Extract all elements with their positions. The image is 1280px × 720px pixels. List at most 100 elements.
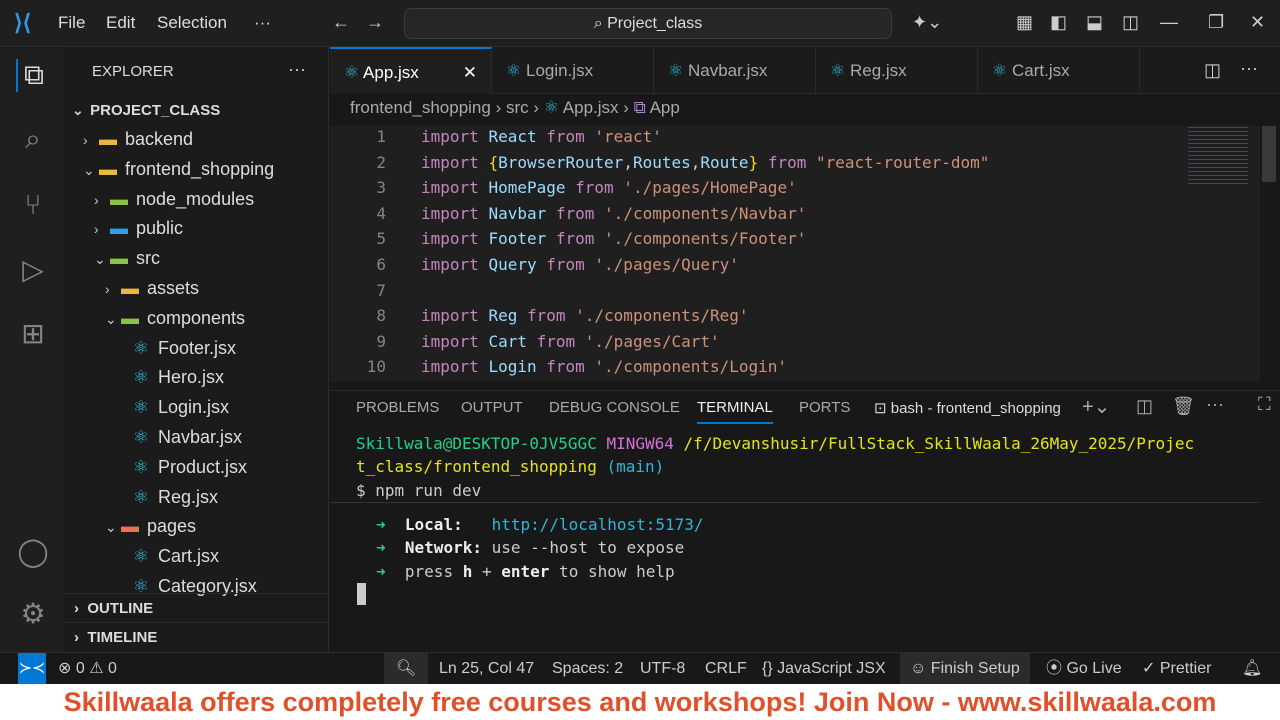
menu-edit[interactable]: Edit xyxy=(106,13,135,33)
breadcrumb-folder[interactable]: frontend_shopping xyxy=(350,98,491,117)
search-icon[interactable]: ⌕ xyxy=(16,123,50,156)
kill-terminal-icon[interactable]: 🗑 xyxy=(1172,396,1195,417)
minimap[interactable] xyxy=(1188,124,1248,184)
code-editor[interactable]: 1 import React from 'react' 2 import {Brows… xyxy=(330,126,1260,382)
source-control-icon[interactable]: ⑂ xyxy=(16,189,50,221)
help-key-h: h xyxy=(462,562,473,581)
warning-count: 0 xyxy=(108,660,117,677)
tree-item[interactable]: ⌄ ▬ src xyxy=(94,243,160,273)
code-token: './components/Navbar' xyxy=(604,203,807,223)
tree-item[interactable]: › ▬ assets xyxy=(105,273,199,303)
zoom-icon[interactable]: 🔍︎ xyxy=(384,653,428,685)
code-token: import xyxy=(421,127,489,146)
code-token: from xyxy=(546,255,595,274)
copilot-icon[interactable]: ✦⌄ xyxy=(912,12,942,33)
toggle-panel-icon[interactable]: ⬓ xyxy=(1086,12,1103,33)
tree-item[interactable]: ⌄ ▬ components xyxy=(105,303,245,333)
finish-setup-button[interactable]: ☺ Finish Setup xyxy=(900,653,1030,685)
tree-item[interactable]: ⌄ ▬ frontend_shopping xyxy=(83,154,274,184)
minimize-icon[interactable]: — xyxy=(1160,12,1178,33)
forward-arrow-icon[interactable]: → xyxy=(366,12,384,33)
tree-item[interactable]: ⚛ Reg.jsx xyxy=(116,482,218,512)
menu-file[interactable]: File xyxy=(58,13,85,33)
code-token: from xyxy=(555,203,605,223)
prompt-user: Skillwala@DESKTOP-0JV5GGC xyxy=(356,434,597,453)
panel-more-icon[interactable]: ··· xyxy=(1206,394,1224,415)
customize-layout-icon[interactable]: ▦ xyxy=(1016,12,1033,33)
editor-more-icon[interactable]: ··· xyxy=(1240,58,1258,79)
encoding[interactable]: UTF-8 xyxy=(640,653,685,685)
breadcrumb-src[interactable]: src xyxy=(506,98,529,117)
prettier-button[interactable]: ✓ Prettier xyxy=(1142,653,1211,685)
tree-item[interactable]: ⚛ Login.jsx xyxy=(116,392,229,422)
toggle-sidebar-icon[interactable]: ◧ xyxy=(1050,12,1067,33)
react-file-icon: ⚛ xyxy=(132,427,150,447)
tree-item[interactable]: › ▬ backend xyxy=(83,124,193,154)
folder-icon: ▬ xyxy=(121,278,139,298)
tab-problems[interactable]: PROBLEMS xyxy=(356,399,439,416)
root-folder[interactable]: ⌄ PROJECT_CLASS xyxy=(72,95,220,125)
split-editor-icon[interactable]: ◫ xyxy=(1204,60,1221,81)
outline-section[interactable]: › OUTLINE xyxy=(64,593,328,622)
toggle-secondary-sidebar-icon[interactable]: ◫ xyxy=(1122,12,1139,33)
tab-ports[interactable]: PORTS xyxy=(799,399,850,416)
tree-item[interactable]: › ▬ node_modules xyxy=(94,184,254,214)
tab-output[interactable]: OUTPUT xyxy=(461,399,523,416)
tab-app-jsx[interactable]: ⚛ App.jsx ✕ xyxy=(330,47,492,94)
menu-selection[interactable]: Selection xyxy=(157,13,227,33)
notifications-bell-icon[interactable]: 🔔︎ xyxy=(1242,653,1262,685)
line-ending[interactable]: CRLF xyxy=(705,653,747,685)
code-line: import HomePage from './pages/HomePage' xyxy=(421,178,797,197)
maximize-panel-icon[interactable]: ⛶ xyxy=(1258,394,1271,415)
account-icon[interactable]: ◯ xyxy=(16,535,50,568)
tree-item[interactable]: ⚛ Cart.jsx xyxy=(116,541,219,571)
tree-item-label: Navbar.jsx xyxy=(158,427,243,447)
settings-gear-icon[interactable]: ⚙ xyxy=(16,597,50,630)
run-debug-icon[interactable]: ▷ xyxy=(16,253,50,286)
remote-indicator-icon[interactable]: ≻≺ xyxy=(18,653,46,685)
split-terminal-icon[interactable]: ◫ xyxy=(1136,396,1153,417)
back-arrow-icon[interactable]: ← xyxy=(332,12,350,33)
new-terminal-icon[interactable]: +⌄ xyxy=(1082,394,1110,419)
tree-item[interactable]: ⌄ ▬ pages xyxy=(105,511,196,541)
tree-item[interactable]: ⚛ Product.jsx xyxy=(116,452,247,482)
tree-item[interactable]: › ▬ public xyxy=(94,213,183,243)
breadcrumb-symbol[interactable]: App xyxy=(650,98,680,117)
timeline-section[interactable]: › TIMELINE xyxy=(64,622,328,651)
explorer-more-button[interactable]: ··· xyxy=(288,59,306,80)
problems-indicator[interactable]: ⊗ 0 ⚠ 0 xyxy=(58,653,117,685)
tab-navbar-jsx[interactable]: ⚛ Navbar.jsx xyxy=(654,47,816,94)
editor-scrollbar[interactable] xyxy=(1262,126,1276,182)
tree-item[interactable]: ⚛ Hero.jsx xyxy=(116,362,224,392)
close-tab-icon[interactable]: ✕ xyxy=(463,49,477,96)
tab-login-jsx[interactable]: ⚛ Login.jsx xyxy=(492,47,654,94)
terminal-shell-label: bash - frontend_shopping xyxy=(890,400,1061,417)
code-line: import Navbar from './components/Navbar' xyxy=(421,204,806,223)
tab-cart-jsx[interactable]: ⚛ Cart.jsx xyxy=(978,47,1140,94)
terminal-shell-selector[interactable]: ⊡ bash - frontend_shopping xyxy=(874,399,1061,417)
tree-item[interactable]: ⚛ Footer.jsx xyxy=(116,333,236,363)
restore-icon[interactable]: ❐ xyxy=(1208,12,1224,33)
code-token: Login xyxy=(488,357,547,377)
go-live-button[interactable]: ⦿ Go Live xyxy=(1046,653,1122,685)
code-token: import xyxy=(421,331,489,351)
tab-debug-console[interactable]: DEBUG CONSOLE xyxy=(549,399,680,416)
close-window-icon[interactable]: ✕ xyxy=(1250,12,1265,33)
command-center-search[interactable]: ⌕ Project_class xyxy=(404,8,892,39)
tab-terminal[interactable]: TERMINAL xyxy=(697,399,773,424)
local-url-link[interactable]: http://localhost:5173/ xyxy=(492,515,704,534)
indentation[interactable]: Spaces: 2 xyxy=(552,653,623,685)
tree-item[interactable]: ⚛ Navbar.jsx xyxy=(116,422,242,452)
menu-more[interactable]: ··· xyxy=(254,13,271,33)
code-token: './pages/Cart' xyxy=(584,331,720,351)
tab-label: Cart.jsx xyxy=(1011,61,1070,80)
promo-banner[interactable]: Skillwaala offers completely free course… xyxy=(0,684,1280,720)
cursor-position[interactable]: Ln 25, Col 47 xyxy=(439,653,534,685)
braces-icon: {} xyxy=(762,660,773,677)
extensions-icon[interactable]: ⊞ xyxy=(16,317,50,350)
breadcrumb-file[interactable]: App.jsx xyxy=(563,98,619,117)
tab-reg-jsx[interactable]: ⚛ Reg.jsx xyxy=(816,47,978,94)
language-mode[interactable]: {} JavaScript JSX xyxy=(762,653,886,685)
explorer-icon[interactable]: ⧉ xyxy=(16,59,50,92)
code-line: import Footer from './components/Footer' xyxy=(421,229,806,248)
